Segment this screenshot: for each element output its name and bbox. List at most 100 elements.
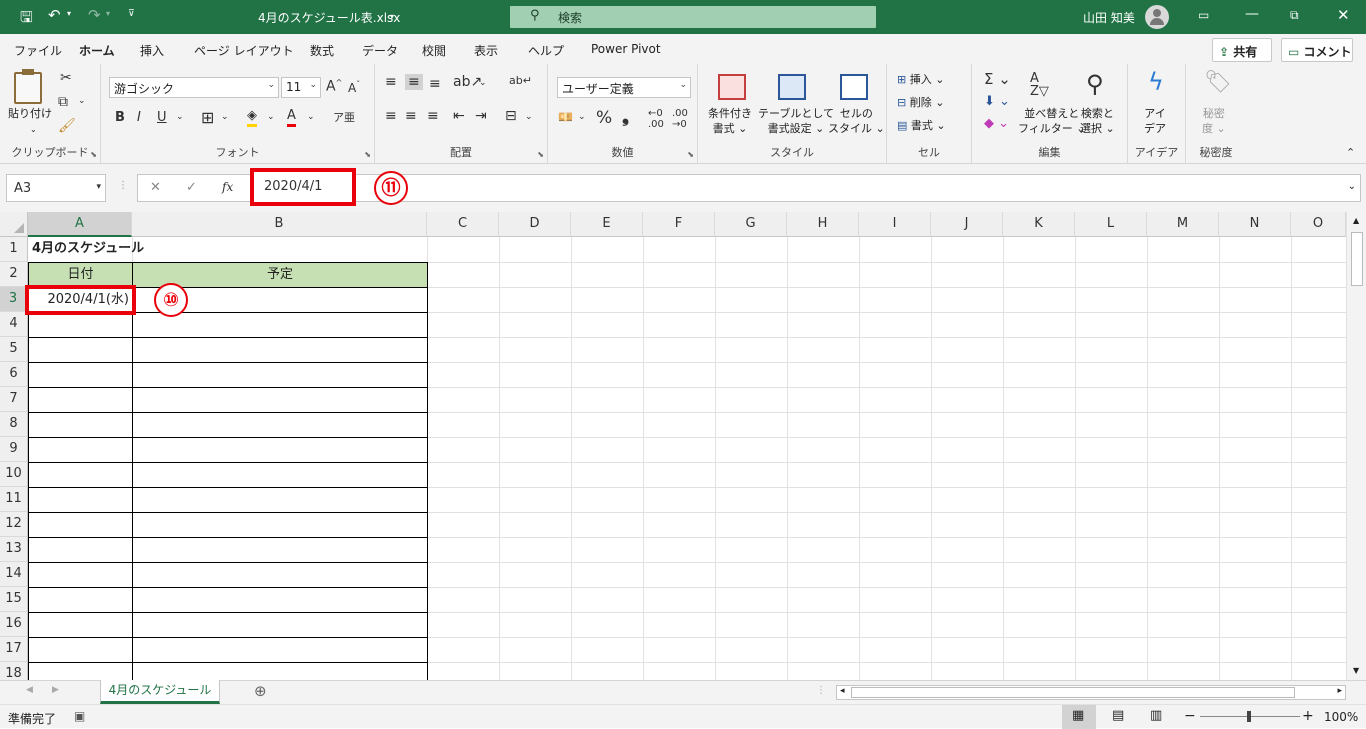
row-header-11[interactable]: 11 bbox=[0, 487, 28, 512]
sensitivity-button[interactable]: 秘密度 ⌄ bbox=[1202, 106, 1226, 136]
underline-dropdown-icon[interactable]: ⌄ bbox=[176, 112, 184, 122]
undo-icon[interactable]: ↶ bbox=[48, 6, 61, 24]
select-all-corner[interactable] bbox=[0, 212, 28, 237]
find-select-icon[interactable]: ⚲ bbox=[1086, 70, 1104, 98]
font-launcher-icon[interactable]: ⬊ bbox=[364, 150, 371, 159]
scroll-up-icon[interactable]: ▲ bbox=[1353, 216, 1359, 225]
increase-indent-icon[interactable]: ⇥ bbox=[475, 108, 487, 124]
decrease-indent-icon[interactable]: ⇤ bbox=[453, 108, 465, 124]
undo-dropdown-icon[interactable]: ▾ bbox=[67, 9, 71, 18]
borders-dropdown-icon[interactable]: ⌄ bbox=[221, 112, 229, 122]
tab-file[interactable]: ファイル bbox=[14, 42, 62, 59]
delete-cells-button[interactable]: ⊟ 削除 ⌄ bbox=[897, 95, 944, 110]
clear-icon[interactable]: ◆ ⌄ bbox=[984, 116, 1009, 131]
comma-style-icon[interactable]: ❟ bbox=[622, 106, 629, 127]
zoom-out-icon[interactable]: − bbox=[1184, 708, 1196, 724]
expand-formula-bar-icon[interactable]: ⌄ bbox=[1348, 181, 1356, 192]
tab-view[interactable]: 表示 bbox=[474, 42, 498, 59]
sort-filter-button[interactable]: 並べ替えと フィルター ⌄ bbox=[1018, 106, 1086, 136]
column-header-g[interactable]: G bbox=[715, 212, 787, 237]
tab-data[interactable]: データ bbox=[362, 42, 398, 59]
percent-icon[interactable]: % bbox=[596, 108, 612, 128]
page-layout-view-icon[interactable]: ▤ bbox=[1112, 708, 1124, 723]
row-header-1[interactable]: 1 bbox=[0, 237, 28, 262]
zoom-level[interactable]: 100% bbox=[1324, 710, 1358, 724]
row-header-13[interactable]: 13 bbox=[0, 537, 28, 562]
sheet-tab-schedule[interactable]: 4月のスケジュール bbox=[100, 680, 220, 704]
row-header-7[interactable]: 7 bbox=[0, 387, 28, 412]
accounting-dropdown-icon[interactable]: ⌄ bbox=[578, 112, 586, 122]
tab-formulas[interactable]: 数式 bbox=[310, 42, 334, 59]
find-select-button[interactable]: 検索と 選択 ⌄ bbox=[1080, 106, 1115, 136]
font-name-select[interactable]: 游ゴシック ⌄ bbox=[109, 77, 279, 98]
cell-styles-icon[interactable] bbox=[840, 74, 868, 100]
alignment-launcher-icon[interactable]: ⬊ bbox=[537, 150, 544, 159]
align-bottom-icon[interactable]: ≡ bbox=[429, 76, 441, 92]
decrease-font-icon[interactable]: Aˇ bbox=[348, 80, 360, 95]
fill-icon[interactable]: ⬇ ⌄ bbox=[984, 94, 1010, 109]
next-sheet-icon[interactable]: ▶ bbox=[52, 685, 59, 695]
cut-icon[interactable]: ✂ bbox=[60, 70, 72, 86]
name-box[interactable]: A3 ▾ bbox=[6, 174, 106, 202]
align-top-icon[interactable]: ≡ bbox=[385, 74, 397, 90]
scroll-down-icon[interactable]: ▼ bbox=[1353, 666, 1359, 675]
paste-icon[interactable] bbox=[14, 69, 42, 104]
redo-icon[interactable]: ↷ bbox=[88, 6, 101, 24]
align-right-icon[interactable]: ≡ bbox=[427, 108, 439, 124]
conditional-formatting-button[interactable]: 条件付き 書式 ⌄ bbox=[708, 106, 752, 136]
zoom-slider-thumb[interactable] bbox=[1247, 711, 1251, 722]
row-header-16[interactable]: 16 bbox=[0, 612, 28, 637]
italic-icon[interactable]: I bbox=[137, 110, 141, 125]
column-header-o[interactable]: O bbox=[1291, 212, 1346, 237]
formula-value-highlight[interactable]: 2020/4/1 bbox=[250, 168, 356, 206]
column-header-d[interactable]: D bbox=[499, 212, 571, 237]
align-center-icon[interactable]: ≡ bbox=[405, 108, 417, 124]
column-header-k[interactable]: K bbox=[1003, 212, 1075, 237]
paste-button[interactable]: 貼り付け bbox=[8, 106, 52, 121]
cell-a1[interactable]: 4月のスケジュール bbox=[32, 237, 144, 261]
column-header-n[interactable]: N bbox=[1219, 212, 1291, 237]
row-header-8[interactable]: 8 bbox=[0, 412, 28, 437]
copy-icon[interactable]: ⧉ bbox=[58, 94, 68, 110]
page-break-view-icon[interactable]: ▥ bbox=[1150, 708, 1162, 723]
tab-review[interactable]: 校閲 bbox=[422, 42, 446, 59]
horizontal-scrollbar[interactable]: ◂ ▸ bbox=[836, 685, 1346, 700]
title-dropdown-icon[interactable]: ▾ bbox=[390, 12, 394, 21]
column-header-f[interactable]: F bbox=[643, 212, 715, 237]
tab-help[interactable]: ヘルプ bbox=[528, 42, 564, 59]
avatar[interactable] bbox=[1145, 5, 1169, 29]
column-header-j[interactable]: J bbox=[931, 212, 1003, 237]
share-button[interactable]: ⇪ 共有 bbox=[1212, 38, 1272, 62]
row-header-6[interactable]: 6 bbox=[0, 362, 28, 387]
row-header-3[interactable]: 3 bbox=[0, 287, 28, 312]
enter-icon[interactable]: ✓ bbox=[186, 180, 197, 195]
column-header-h[interactable]: H bbox=[787, 212, 859, 237]
row-header-18[interactable]: 18 bbox=[0, 662, 28, 680]
column-header-i[interactable]: I bbox=[859, 212, 931, 237]
sort-filter-icon[interactable]: A Z▽ bbox=[1030, 72, 1049, 98]
split-handle-icon[interactable]: ⋮ bbox=[816, 685, 826, 696]
cancel-icon[interactable]: ✕ bbox=[150, 180, 161, 195]
lightning-icon[interactable]: ϟ bbox=[1148, 68, 1164, 96]
number-launcher-icon[interactable]: ⬊ bbox=[687, 150, 694, 159]
cell-a3[interactable]: 2020/4/1(水) bbox=[29, 288, 131, 312]
column-header-m[interactable]: M bbox=[1147, 212, 1219, 237]
ideas-button[interactable]: アイ デア bbox=[1144, 106, 1166, 136]
column-header-b[interactable]: B bbox=[132, 212, 427, 237]
add-sheet-icon[interactable]: ⊕ bbox=[254, 682, 267, 700]
format-painter-icon[interactable]: 🖌 bbox=[58, 118, 76, 134]
clipboard-launcher-icon[interactable]: ⬊ bbox=[90, 150, 97, 159]
prev-sheet-icon[interactable]: ◀ bbox=[26, 685, 33, 695]
normal-view-button[interactable]: ▦ bbox=[1062, 705, 1096, 729]
row-header-10[interactable]: 10 bbox=[0, 462, 28, 487]
vertical-scroll-thumb[interactable] bbox=[1351, 232, 1363, 286]
align-middle-icon[interactable]: ≡ bbox=[405, 74, 423, 90]
search-box[interactable]: ⚲ 検索 bbox=[510, 6, 876, 28]
row-header-14[interactable]: 14 bbox=[0, 562, 28, 587]
merge-center-icon[interactable]: ⊟ bbox=[505, 108, 517, 124]
phonetic-icon[interactable]: ア亜 bbox=[333, 109, 355, 125]
number-format-select[interactable]: ユーザー定義 ⌄ bbox=[557, 77, 691, 98]
font-color-dropdown-icon[interactable]: ⌄ bbox=[307, 112, 315, 122]
row-header-4[interactable]: 4 bbox=[0, 312, 28, 337]
bold-icon[interactable]: B bbox=[115, 110, 125, 125]
